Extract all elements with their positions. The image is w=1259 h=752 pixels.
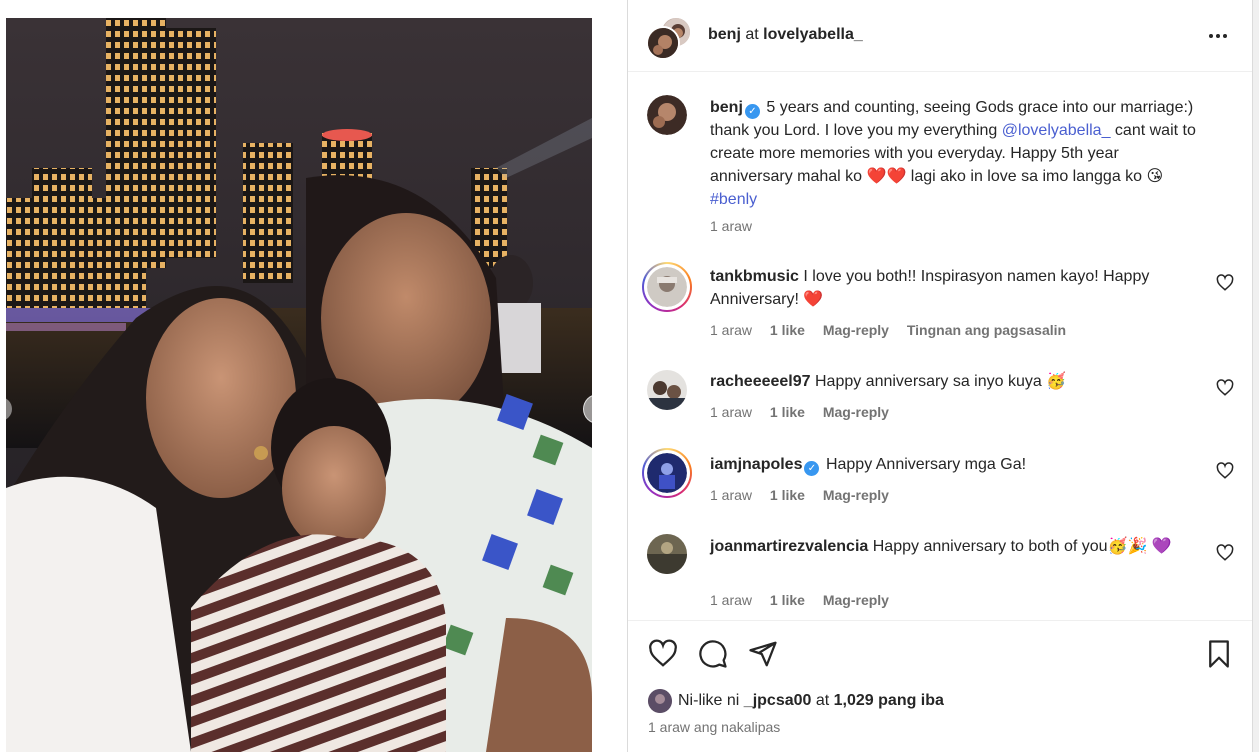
photo-illustration: [6, 18, 592, 752]
liked-mid: at: [815, 692, 830, 709]
header-title: benj at lovelyabella_: [708, 26, 863, 44]
author-avatar: [646, 26, 680, 60]
comment-likes[interactable]: 1 like: [770, 592, 805, 608]
caption-mention-link[interactable]: @lovelyabella_: [1002, 122, 1111, 139]
heart-icon[interactable]: [1216, 379, 1234, 397]
reply-button[interactable]: Mag-reply: [823, 592, 889, 608]
post-photo[interactable]: [6, 18, 592, 752]
comment-meta: 1 araw 1 like Mag-reply: [710, 404, 903, 420]
comment-time[interactable]: 1 araw: [710, 322, 752, 338]
comment-avatar[interactable]: [647, 267, 687, 307]
reply-button[interactable]: Mag-reply: [823, 487, 889, 503]
post-time-ago[interactable]: 1 araw ang nakalipas: [648, 719, 780, 735]
reply-button[interactable]: Mag-reply: [823, 322, 889, 338]
comment-username[interactable]: racheeeeel97: [710, 373, 811, 390]
comment-text: racheeeeel97 Happy anniversary sa inyo k…: [710, 370, 1200, 393]
verified-badge-icon: ✓: [804, 461, 820, 476]
liker-avatar[interactable]: [648, 689, 672, 713]
comment-text: iamjnapoles ✓ Happy Anniversary mga Ga!: [710, 453, 1200, 476]
comment-body: Happy anniversary sa inyo kuya 🥳: [814, 373, 1067, 390]
caption-hashtag-link[interactable]: #benly: [710, 191, 757, 208]
comment-time[interactable]: 1 araw: [710, 404, 752, 420]
verified-badge-icon: ✓: [744, 104, 760, 119]
comment-avatar[interactable]: [647, 534, 687, 574]
post-header: benj at lovelyabella_: [628, 0, 1252, 72]
comment-body: Happy anniversary to both of you🥳🎉 💜: [872, 538, 1172, 555]
see-translation-button[interactable]: Tingnan ang pagsasalin: [907, 322, 1066, 338]
next-photo-button[interactable]: ›: [583, 394, 613, 424]
likes-summary: Ni-like ni _jpcsa00 at 1,029 pang iba: [648, 689, 944, 713]
comment-body: Happy Anniversary mga Ga!: [825, 456, 1027, 473]
heart-icon[interactable]: [1216, 274, 1234, 292]
comment-meta: 1 araw 1 like Mag-reply Tingnan ang pags…: [710, 322, 1080, 338]
heart-icon[interactable]: [1216, 462, 1234, 480]
header-at-text: at: [745, 26, 759, 43]
caption-avatar[interactable]: [647, 95, 687, 135]
comments-section: benj ✓ 5 years and counting, seeing Gods …: [628, 72, 1252, 620]
chevron-right-icon: ›: [594, 398, 602, 420]
caption-username[interactable]: benj: [710, 99, 743, 116]
heart-icon[interactable]: [1216, 544, 1234, 562]
comment-meta: 1 araw 1 like Mag-reply: [710, 487, 903, 503]
caption-text: benj ✓ 5 years and counting, seeing Gods …: [710, 96, 1200, 211]
caption-meta: 1 araw: [710, 218, 766, 234]
liked-prefix: Ni-like ni: [678, 692, 740, 709]
like-heart-icon[interactable]: [648, 639, 678, 669]
liked-count[interactable]: 1,029 pang iba: [834, 692, 944, 710]
header-avatars[interactable]: [646, 16, 692, 60]
reply-button[interactable]: Mag-reply: [823, 404, 889, 420]
comment-text: tankbmusic I love you both!! Inspirasyon…: [710, 265, 1200, 311]
comment-likes[interactable]: 1 like: [770, 487, 805, 503]
comment-likes[interactable]: 1 like: [770, 322, 805, 338]
instagram-post-viewer: › benj at lovelyabella_ benj ✓ 5 years a…: [0, 0, 1259, 752]
comment-username[interactable]: joanmartirezvalencia: [710, 538, 868, 555]
comment-bubble-icon[interactable]: [698, 639, 728, 669]
liked-user[interactable]: _jpcsa00: [744, 692, 812, 710]
comment-time[interactable]: 1 araw: [710, 487, 752, 503]
comment-meta: 1 araw 1 like Mag-reply: [710, 592, 903, 608]
comment-avatar[interactable]: [647, 370, 687, 410]
comment-likes[interactable]: 1 like: [770, 404, 805, 420]
comment-username[interactable]: iamjnapoles: [710, 456, 802, 473]
more-options-icon[interactable]: [1206, 26, 1230, 46]
comment-text: joanmartirezvalencia Happy anniversary t…: [710, 535, 1200, 558]
caption-time[interactable]: 1 araw: [710, 218, 752, 234]
share-send-icon[interactable]: [748, 639, 778, 669]
header-username[interactable]: benj: [708, 26, 741, 43]
window-scrollbar[interactable]: [1252, 0, 1259, 752]
bookmark-save-icon[interactable]: [1204, 639, 1234, 669]
post-actions: Ni-like ni _jpcsa00 at 1,029 pang iba 1 …: [628, 620, 1252, 752]
comment-avatar[interactable]: [647, 453, 687, 493]
header-location[interactable]: lovelyabella_: [763, 26, 863, 43]
comment-time[interactable]: 1 araw: [710, 592, 752, 608]
comment-username[interactable]: tankbmusic: [710, 268, 799, 285]
